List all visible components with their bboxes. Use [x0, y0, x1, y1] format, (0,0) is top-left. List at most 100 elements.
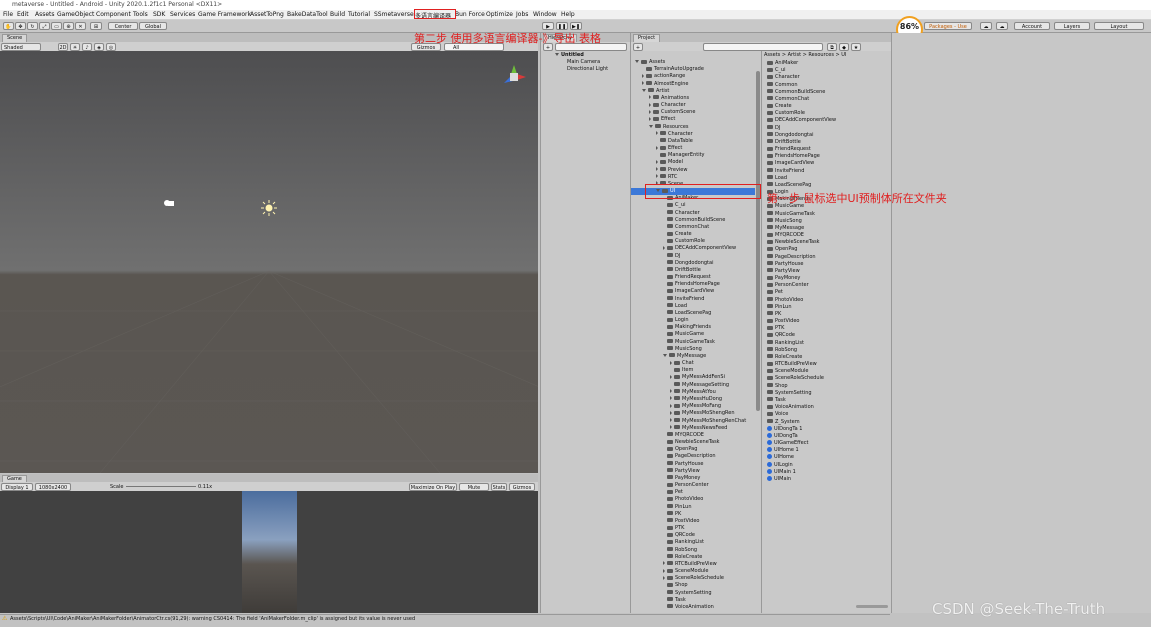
collapsed-arrow-icon[interactable] — [663, 245, 665, 250]
tree-item[interactable]: ImageCardView — [631, 288, 755, 295]
collapsed-arrow-icon[interactable] — [649, 116, 651, 121]
asset-item[interactable]: PersonCenter — [767, 282, 809, 289]
tree-item[interactable]: PinLun — [631, 504, 755, 511]
collapsed-arrow-icon[interactable] — [649, 95, 651, 100]
tree-item[interactable]: MyMessNewsFeed — [631, 425, 755, 432]
collapsed-arrow-icon[interactable] — [642, 81, 644, 85]
tree-item[interactable]: SceneRoleSchedule — [631, 575, 755, 582]
rect-tool-button[interactable]: ▭ — [51, 22, 62, 30]
collapsed-arrow-icon[interactable] — [670, 418, 672, 422]
tree-item[interactable]: PostVideo — [631, 518, 755, 525]
tree-item[interactable]: LoadScenePag — [631, 310, 755, 317]
asset-item[interactable]: Common — [767, 82, 798, 89]
custom-tool-button[interactable]: ✕ — [75, 22, 86, 30]
audio-toggle-icon[interactable]: ♪ — [82, 43, 92, 51]
tree-item[interactable]: SceneModule — [631, 568, 755, 575]
project-add-button[interactable]: + — [633, 43, 643, 51]
asset-item[interactable]: CustomRole — [767, 110, 805, 117]
tree-item[interactable]: RankingList — [631, 539, 755, 546]
tree-item[interactable]: NewbieSceneTask — [631, 439, 755, 446]
menu-item[interactable]: SDK — [153, 11, 165, 18]
tree-item[interactable]: DECAddComponentView — [631, 245, 755, 252]
mute-audio-toggle[interactable]: Mute Audio — [459, 483, 489, 499]
tree-item[interactable]: MusicSong — [631, 346, 755, 353]
tree-item[interactable]: MyMessHuDong — [631, 396, 755, 403]
asset-item[interactable]: PartyView — [767, 268, 800, 275]
menu-item[interactable]: Tutorial — [348, 11, 370, 18]
collapsed-arrow-icon[interactable] — [663, 575, 665, 580]
asset-item[interactable]: UIHome 1 — [767, 447, 799, 454]
tree-item[interactable]: PartyHouse — [631, 461, 755, 468]
tree-item[interactable]: CustomScene — [631, 109, 755, 116]
tree-item[interactable]: MyMessMoShengRen — [631, 410, 755, 417]
collapsed-arrow-icon[interactable] — [642, 73, 644, 78]
tree-item[interactable]: Artist — [631, 88, 755, 95]
tree-item[interactable]: Login — [631, 317, 755, 324]
collapsed-arrow-icon[interactable] — [670, 396, 672, 401]
tree-item[interactable]: Effect — [631, 116, 755, 123]
tree-item[interactable]: CommonChat — [631, 224, 755, 231]
collapsed-arrow-icon[interactable] — [656, 145, 658, 150]
expanded-arrow-icon[interactable] — [635, 60, 639, 63]
space-toggle[interactable]: Global — [139, 22, 167, 30]
shading-mode-dropdown[interactable]: Shaded — [1, 43, 41, 51]
resolution-dropdown[interactable]: 1080x2400 — [35, 483, 71, 491]
asset-item[interactable]: MusicSong — [767, 218, 802, 225]
tree-item[interactable]: VoiceAnimation — [631, 604, 755, 611]
asset-item[interactable]: RankingList — [767, 340, 804, 347]
tree-item[interactable]: MyMessageSetting — [631, 382, 755, 389]
tree-item[interactable]: PK — [631, 511, 755, 518]
collapsed-arrow-icon[interactable] — [670, 360, 672, 365]
tree-item[interactable]: Assets — [631, 59, 755, 66]
cloud-icon[interactable]: ☁ — [996, 22, 1008, 30]
stats-toggle[interactable]: Stats — [491, 483, 507, 491]
asset-item[interactable]: RoleCreate — [767, 354, 802, 361]
asset-item[interactable]: NewbieSceneTask — [767, 239, 820, 246]
menu-item[interactable]: BakeDataTool — [287, 11, 328, 18]
tab-project[interactable]: Project — [633, 34, 661, 42]
collapsed-arrow-icon[interactable] — [670, 389, 672, 394]
tree-item[interactable]: RobSong — [631, 547, 755, 554]
menu-item[interactable]: Services — [170, 11, 195, 18]
asset-item[interactable]: C_ui — [767, 67, 786, 74]
tree-item[interactable]: PayMoney — [631, 475, 755, 482]
collapsed-arrow-icon[interactable] — [656, 174, 658, 179]
tree-item[interactable]: RoleCreate — [631, 554, 755, 561]
asset-item[interactable]: SceneRoleSchedule — [767, 375, 824, 382]
tree-item[interactable]: MyMessMoFang — [631, 403, 755, 410]
menu-item[interactable]: Tools — [133, 11, 148, 18]
asset-item[interactable]: PostVideo — [767, 318, 799, 325]
tree-item[interactable]: DataTable — [631, 138, 755, 145]
tree-item[interactable]: Task — [631, 597, 755, 604]
tree-item[interactable]: InviteFriend — [631, 296, 755, 303]
tree-item[interactable]: MakingFriends — [631, 324, 755, 331]
asset-item[interactable]: UIDongTa — [767, 432, 798, 440]
tree-item[interactable]: C_ui — [631, 202, 755, 209]
asset-item[interactable]: QRCode — [767, 332, 795, 339]
asset-item[interactable]: Task — [767, 397, 786, 404]
project-search-input[interactable] — [703, 43, 823, 51]
asset-item[interactable]: CommonChat — [767, 96, 809, 103]
pause-button[interactable]: ❚❚ — [556, 22, 568, 30]
asset-item[interactable]: Z_System — [767, 419, 800, 426]
lighting-toggle-icon[interactable]: ☀ — [70, 43, 80, 51]
asset-item[interactable]: UIMain — [767, 475, 791, 483]
asset-item[interactable]: DriftBottle — [767, 139, 801, 146]
asset-item[interactable]: Character — [767, 74, 800, 81]
asset-item[interactable]: RobSong — [767, 347, 797, 354]
collapsed-arrow-icon[interactable] — [649, 109, 651, 114]
tree-item[interactable]: MyMessage — [631, 353, 755, 360]
asset-item[interactable]: Create — [767, 103, 792, 110]
maximize-on-play-toggle[interactable]: Maximize On Play — [409, 483, 457, 491]
menu-item[interactable]: Jobs — [516, 11, 528, 18]
tree-item[interactable]: PartyView — [631, 468, 755, 475]
asset-item[interactable]: PinLun — [767, 304, 792, 311]
pivot-toggle[interactable]: Center — [108, 22, 138, 30]
tree-item[interactable]: AlmostEngine — [631, 81, 755, 88]
tree-item[interactable]: PhotoVideo — [631, 496, 755, 503]
collapsed-arrow-icon[interactable] — [670, 425, 672, 430]
tree-item[interactable]: CommonBuildScene — [631, 217, 755, 224]
tree-item[interactable]: MyMessMoShengRenChat — [631, 418, 755, 425]
scale-tool-button[interactable]: ⤢ — [39, 22, 50, 30]
tab-scene[interactable]: Scene — [2, 34, 28, 42]
